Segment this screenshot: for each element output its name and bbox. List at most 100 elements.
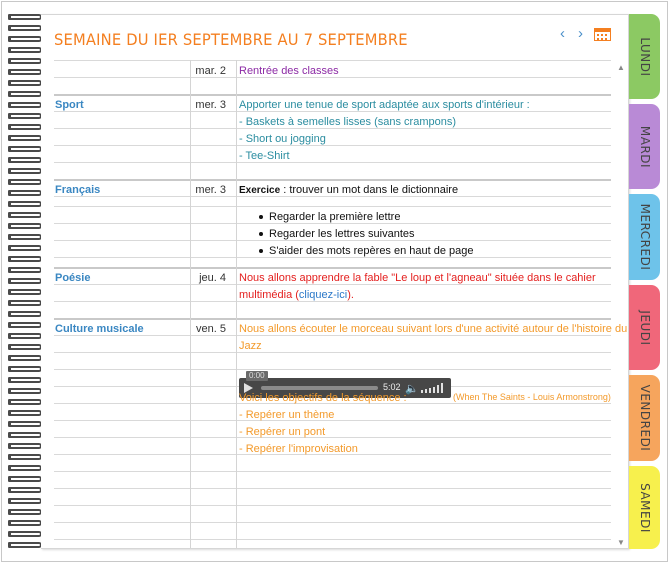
- ruled-line: [54, 162, 611, 163]
- spiral-ring: [8, 388, 42, 394]
- spiral-ring: [8, 80, 42, 86]
- ruled-line: [54, 505, 611, 506]
- spiral-ring: [8, 25, 42, 31]
- spiral-ring: [8, 14, 42, 20]
- subject-sport: Sport: [55, 99, 84, 111]
- spiral-ring: [8, 47, 42, 53]
- tab-mardi[interactable]: MARDI: [629, 104, 660, 189]
- entry-text-suffix: ).: [347, 289, 354, 301]
- spiral-ring: [8, 113, 42, 119]
- spiral-ring: [8, 498, 42, 504]
- tab-vendredi[interactable]: VENDREDI: [629, 375, 660, 461]
- scroll-down-icon[interactable]: ▼: [617, 538, 625, 547]
- entry-date: mar. 2: [195, 65, 226, 77]
- tab-label: JEUDI: [637, 309, 652, 346]
- spiral-ring: [8, 267, 42, 273]
- entry-date: mer. 3: [195, 184, 226, 196]
- objective-item: - Repérer l'improvisation: [239, 443, 358, 455]
- spiral-ring: [8, 102, 42, 108]
- entry-text: Jazz: [239, 340, 262, 352]
- spiral-ring: [8, 421, 42, 427]
- spiral-ring: [8, 531, 42, 537]
- spiral-ring: [8, 432, 42, 438]
- entry-date: jeu. 4: [199, 272, 226, 284]
- track-caption: (When The Saints - Louis Armonstrong): [453, 392, 611, 402]
- spiral-ring: [8, 454, 42, 460]
- spiral-ring: [8, 476, 42, 482]
- tab-mercredi[interactable]: MERCREDI: [629, 194, 660, 280]
- spiral-ring: [8, 146, 42, 152]
- tab-lundi[interactable]: LUNDI: [629, 14, 660, 99]
- spiral-ring: [8, 410, 42, 416]
- entry-text: - Short ou jogging: [239, 133, 326, 145]
- ruled-line: [54, 471, 611, 472]
- spiral-ring: [8, 135, 42, 141]
- bullet-item: Regarder les lettres suivantes: [259, 227, 415, 241]
- spiral-ring: [8, 520, 42, 526]
- spiral-ring: [8, 443, 42, 449]
- prev-week-icon[interactable]: ‹: [560, 25, 565, 42]
- spiral-ring: [8, 168, 42, 174]
- tab-label: MERCREDI: [637, 203, 652, 271]
- seek-bar[interactable]: [261, 386, 378, 390]
- spiral-ring: [8, 124, 42, 130]
- spiral-ring: [8, 344, 42, 350]
- ruled-line: [54, 522, 611, 523]
- spiral-ring: [8, 58, 42, 64]
- ruled-line: [54, 206, 611, 207]
- objectives-title: Voici les objectifs de la séquence :: [239, 392, 407, 404]
- spiral-ring: [8, 366, 42, 372]
- spiral-ring: [8, 212, 42, 218]
- next-week-icon[interactable]: ›: [578, 25, 583, 42]
- spiral-ring: [8, 399, 42, 405]
- objective-item: - Repérer un thème: [239, 409, 335, 421]
- entry-text: multimédia (cliquez-ici).: [239, 288, 354, 302]
- ruled-line: [54, 94, 611, 96]
- tab-samedi[interactable]: SAMEDI: [629, 466, 660, 549]
- spiral-ring: [8, 278, 42, 284]
- scrollbar[interactable]: ▲ ▼: [617, 63, 626, 547]
- exercice-label: Exercice: [239, 185, 281, 196]
- spiral-ring: [8, 355, 42, 361]
- spiral-ring: [8, 179, 42, 185]
- spiral-ring: [8, 487, 42, 493]
- ruled-line: [54, 145, 611, 146]
- spiral-ring: [8, 509, 42, 515]
- entry-text-prefix: multimédia (: [239, 289, 299, 301]
- volume-slider[interactable]: [421, 383, 447, 393]
- entry-text: - Baskets à semelles lisses (sans crampo…: [239, 116, 457, 128]
- spiral-ring: [8, 256, 42, 262]
- tab-label: LUNDI: [637, 36, 652, 77]
- notebook-spiral: [8, 14, 44, 554]
- entry-text: Exercice : trouver un mot dans le dictio…: [239, 183, 458, 198]
- agenda-grid: mar. 2 Rentrée des classes Sport mer. 3 …: [54, 60, 627, 548]
- tab-label: VENDREDI: [637, 384, 652, 452]
- scroll-up-icon[interactable]: ▲: [617, 63, 625, 72]
- spiral-ring: [8, 289, 42, 295]
- subject-poesie: Poésie: [55, 272, 91, 284]
- spiral-ring: [8, 377, 42, 383]
- bullet-item: Regarder la première lettre: [259, 210, 400, 224]
- entry-date: ven. 5: [196, 323, 226, 335]
- spiral-ring: [8, 245, 42, 251]
- ruled-line: [54, 369, 611, 370]
- tab-jeudi[interactable]: JEUDI: [629, 285, 660, 370]
- ruled-line: [54, 352, 611, 353]
- ruled-line: [54, 488, 611, 489]
- tab-label: SAMEDI: [637, 482, 652, 533]
- entry-date: mer. 3: [195, 99, 226, 111]
- spiral-ring: [8, 465, 42, 471]
- spiral-ring: [8, 300, 42, 306]
- spiral-ring: [8, 333, 42, 339]
- volume-icon[interactable]: 🔈: [405, 382, 419, 395]
- cliquez-ici-link[interactable]: cliquez-ici: [299, 289, 347, 301]
- ruled-line: [54, 539, 611, 540]
- entry-text: Nous allons apprendre la fable "Le loup …: [239, 272, 596, 284]
- spiral-ring: [8, 157, 42, 163]
- current-time: 0:00: [246, 371, 268, 381]
- calendar-icon[interactable]: [594, 28, 611, 41]
- ruled-line: [54, 60, 611, 61]
- objective-item: - Repérer un pont: [239, 426, 326, 438]
- ruled-line: [54, 179, 611, 181]
- column-divider: [190, 60, 191, 548]
